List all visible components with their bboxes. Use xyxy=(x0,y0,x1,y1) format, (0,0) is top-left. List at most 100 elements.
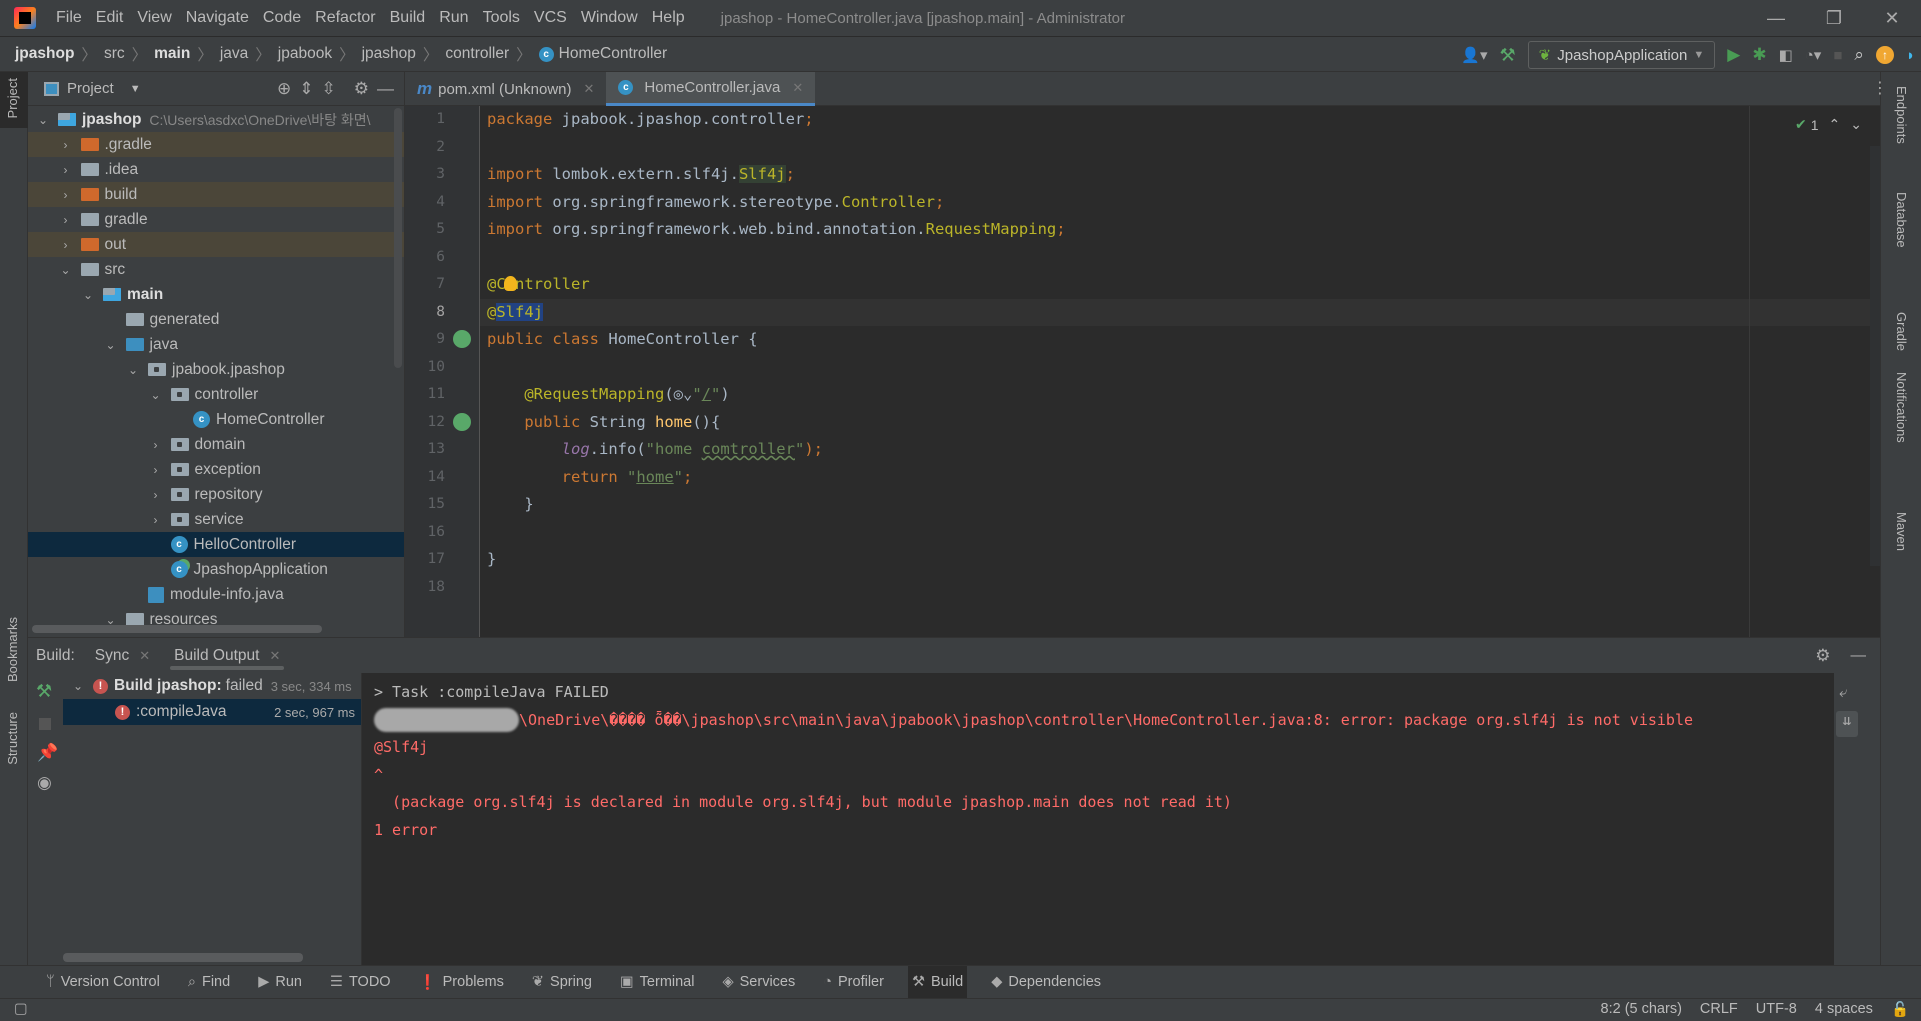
toggle-tool-windows-icon[interactable]: ▢ xyxy=(14,1001,28,1017)
breadcrumb-item[interactable]: jpashop xyxy=(15,45,74,63)
menu-view[interactable]: View xyxy=(137,9,171,27)
tool-database[interactable]: Database xyxy=(1894,192,1909,248)
tool-window-services[interactable]: ◈ Services xyxy=(718,966,799,999)
code-line[interactable]: } xyxy=(487,491,533,519)
menu-window[interactable]: Window xyxy=(581,9,638,27)
vcs-user-icon[interactable]: 👤▾ xyxy=(1461,46,1487,64)
restore-icon[interactable]: ❐ xyxy=(1805,8,1863,29)
tool-notifications[interactable]: Notifications xyxy=(1894,372,1909,443)
tree-item[interactable]: ⌄ main xyxy=(28,282,404,307)
build-console[interactable]: > Task :compileJava FAILED \OneDrive\����… xyxy=(362,673,1860,966)
chevron-down-icon[interactable]: ⌄ xyxy=(81,288,95,302)
vertical-scrollbar[interactable] xyxy=(394,108,402,368)
build-tab[interactable]: Sync ✕ xyxy=(95,638,150,673)
menu-tools[interactable]: Tools xyxy=(483,9,520,27)
tree-item[interactable]: module-info.java xyxy=(28,582,404,607)
tool-window-version-control[interactable]: ᛘ Version Control xyxy=(42,966,164,999)
minimize-icon[interactable]: — xyxy=(1747,8,1805,29)
project-tool-button[interactable]: Project xyxy=(5,78,20,118)
chevron-right-icon[interactable]: › xyxy=(149,463,163,477)
breadcrumb-item[interactable]: jpabook xyxy=(278,45,332,63)
breadcrumb-item[interactable]: HomeController xyxy=(559,45,668,63)
project-view-select[interactable]: Project xyxy=(67,80,114,97)
tool-window-terminal[interactable]: ▣ Terminal xyxy=(616,966,699,999)
tool-window-profiler[interactable]: ◔ Profiler xyxy=(819,966,888,999)
gear-icon[interactable]: ⚙ xyxy=(354,79,369,99)
stop-icon[interactable] xyxy=(39,718,51,730)
tool-window-dependencies[interactable]: ◆ Dependencies xyxy=(987,966,1105,999)
indent-setting[interactable]: 4 spaces xyxy=(1815,1001,1873,1018)
tree-item[interactable]: › repository xyxy=(28,482,404,507)
tree-item[interactable]: ⌄ controller xyxy=(28,382,404,407)
chevron-down-icon[interactable]: ▼ xyxy=(130,83,141,95)
build-tab[interactable]: Build Output ✕ xyxy=(170,638,285,673)
previous-highlight-icon[interactable]: ⌃ xyxy=(1829,116,1841,133)
structure-tool-button[interactable]: Structure xyxy=(5,712,20,765)
menu-file[interactable]: File xyxy=(56,9,82,27)
code-line[interactable]: @Controller xyxy=(487,271,590,299)
tree-item[interactable]: c HelloController xyxy=(28,532,404,557)
soft-wrap-icon[interactable]: ⤶ xyxy=(1839,683,1847,701)
code-line[interactable]: package jpabook.jpashop.controller; xyxy=(487,106,814,134)
chevron-right-icon[interactable]: › xyxy=(149,513,163,527)
more-options-icon[interactable]: ⋮ xyxy=(1872,78,1888,98)
chevron-down-icon[interactable]: ⌄ xyxy=(71,679,85,693)
code-line[interactable]: public String home(){ xyxy=(487,409,720,437)
editor-tab[interactable]: m pom.xml (Unknown) ✕ xyxy=(405,72,606,106)
profile-icon[interactable]: ◔▾ xyxy=(1805,46,1822,64)
menu-edit[interactable]: Edit xyxy=(96,9,124,27)
chevron-right-icon[interactable]: › xyxy=(149,488,163,502)
editor-scrollbar[interactable] xyxy=(1870,146,1880,566)
search-icon[interactable]: ⌕ xyxy=(1854,45,1864,65)
close-tab-icon[interactable]: ✕ xyxy=(792,80,803,96)
chevron-right-icon[interactable]: › xyxy=(59,213,73,227)
breadcrumb-item[interactable]: java xyxy=(220,45,248,63)
tree-item[interactable]: ⌄ src xyxy=(28,257,404,282)
tree-item[interactable]: ⌄ java xyxy=(28,332,404,357)
run-configuration-select[interactable]: ❦ JpashopApplication ▼ xyxy=(1527,41,1716,69)
menu-code[interactable]: Code xyxy=(263,9,301,27)
tool-window-find[interactable]: ⌕ Find xyxy=(184,966,234,999)
chevron-down-icon[interactable]: ⌄ xyxy=(104,338,118,352)
gear-icon[interactable]: ⚙ xyxy=(1815,646,1830,666)
next-highlight-icon[interactable]: ⌄ xyxy=(1850,116,1862,133)
tree-item[interactable]: › .idea xyxy=(28,157,404,182)
hide-icon[interactable]: — xyxy=(377,79,394,99)
horizontal-scrollbar[interactable] xyxy=(32,625,322,633)
tree-item[interactable]: › service xyxy=(28,507,404,532)
tree-item[interactable]: › .gradle xyxy=(28,132,404,157)
breadcrumb-item[interactable]: src xyxy=(104,45,125,63)
tree-item[interactable]: › exception xyxy=(28,457,404,482)
tree-item[interactable]: › build xyxy=(28,182,404,207)
chevron-down-icon[interactable]: ⌄ xyxy=(149,388,163,402)
inspection-ok-icon[interactable]: ✔ xyxy=(1795,116,1807,133)
code-line[interactable]: return "home"; xyxy=(487,464,693,492)
pin-icon[interactable]: 📌 xyxy=(37,743,58,763)
tree-item[interactable]: c HomeController xyxy=(28,407,404,432)
tool-window-todo[interactable]: ☰ TODO xyxy=(326,966,395,999)
menu-build[interactable]: Build xyxy=(390,9,426,27)
collapse-all-icon[interactable]: ⇳ xyxy=(322,79,336,99)
stop-icon[interactable]: ■ xyxy=(1833,47,1842,64)
bookmarks-tool-button[interactable]: Bookmarks xyxy=(5,617,20,682)
menu-navigate[interactable]: Navigate xyxy=(186,9,249,27)
code-line[interactable]: public class HomeController { xyxy=(487,326,758,354)
unlock-icon[interactable]: 🔓 xyxy=(1891,1001,1909,1018)
update-icon[interactable]: ↑ xyxy=(1875,46,1894,64)
menu-refactor[interactable]: Refactor xyxy=(315,9,375,27)
tree-item[interactable]: › gradle xyxy=(28,207,404,232)
code-with-me-icon[interactable]: ◗ xyxy=(1906,47,1915,64)
code-editor[interactable]: 1 2 3 4 5 6 7 8 9 10 11 12 13 14 15 16 17 18 package jpab… xyxy=(405,106,1880,637)
breadcrumb-item[interactable]: controller xyxy=(445,45,509,63)
spring-bean-icon[interactable] xyxy=(453,330,471,348)
code-line[interactable]: log.info("home comtroller"); xyxy=(487,436,823,464)
run-icon[interactable]: ▶ xyxy=(1727,45,1740,65)
menu-vcs[interactable]: VCS xyxy=(534,9,567,27)
chevron-right-icon[interactable]: › xyxy=(59,163,73,177)
tool-window-run[interactable]: ▶ Run xyxy=(254,966,306,999)
code-line[interactable]: import org.springframework.web.bind.anno… xyxy=(487,216,1066,244)
code-line[interactable]: @RequestMapping(◎⌄"/") xyxy=(487,381,729,409)
tool-window-build[interactable]: ⚒ Build xyxy=(907,965,968,999)
hide-icon[interactable]: — xyxy=(1851,647,1867,665)
chevron-down-icon[interactable]: ⌄ xyxy=(126,363,140,377)
